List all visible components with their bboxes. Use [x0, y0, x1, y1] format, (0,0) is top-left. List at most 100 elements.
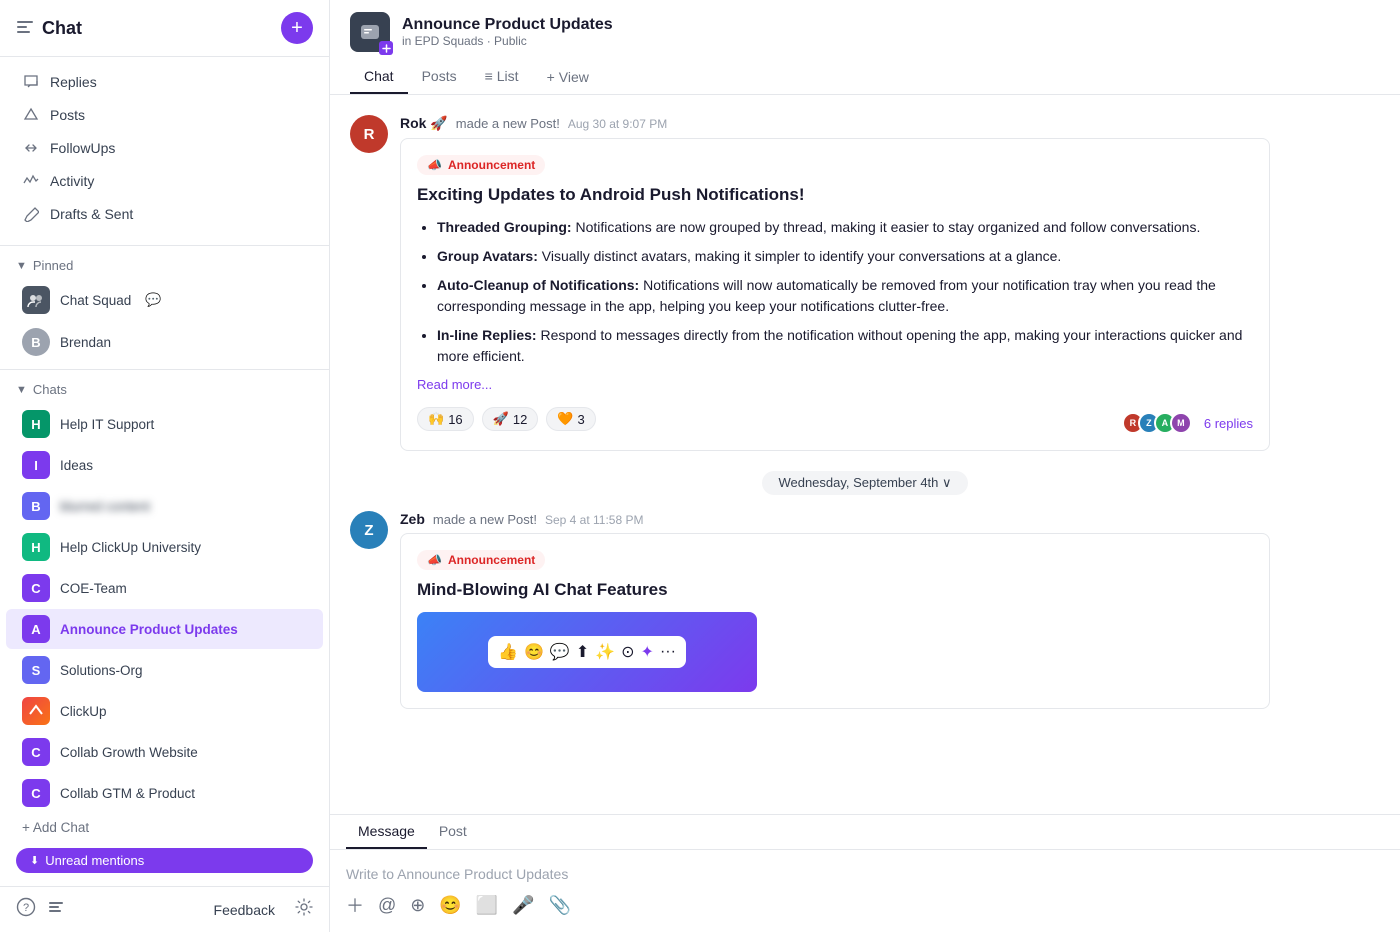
tool-like-icon[interactable]: 👍: [498, 642, 518, 662]
tool-comment-icon[interactable]: 💬: [550, 642, 570, 662]
solutions-org-name: Solutions-Org: [60, 663, 143, 678]
sidebar-item-activity-label: Activity: [50, 173, 94, 189]
input-video-icon[interactable]: ⬜: [476, 895, 498, 916]
date-divider: Wednesday, September 4th ∨: [350, 471, 1380, 495]
replies-icon: [22, 73, 40, 91]
list-item: Group Avatars: Visually distinct avatars…: [437, 246, 1253, 267]
message-timestamp-1: Aug 30 at 9:07 PM: [568, 117, 667, 131]
sidebar-item-drafts[interactable]: Drafts & Sent: [6, 198, 323, 230]
sidebar-item-help-it[interactable]: H Help IT Support: [6, 404, 323, 444]
input-box: Write to Announce Product Updates ＋ @ ⊕ …: [330, 850, 1400, 932]
input-mention-icon[interactable]: @: [378, 895, 396, 916]
sidebar-item-solutions-org[interactable]: S Solutions-Org: [6, 650, 323, 690]
chat-squad-name: Chat Squad: [60, 293, 131, 308]
unread-down-arrow-icon: ⬇: [30, 854, 39, 867]
tool-sparkle-icon[interactable]: ✦: [641, 642, 654, 662]
sidebar-item-ideas[interactable]: I Ideas: [6, 445, 323, 485]
chats-section-header[interactable]: ▼ Chats: [0, 376, 329, 403]
sidebar-item-blurred[interactable]: B blurred content: [6, 486, 323, 526]
tab-posts[interactable]: Posts: [408, 60, 471, 94]
pinned-section-header[interactable]: ▼ Pinned: [0, 252, 329, 279]
sidebar-item-followups[interactable]: FollowUps: [6, 132, 323, 164]
tool-dot-icon[interactable]: ⊙: [621, 642, 634, 662]
tab-chat[interactable]: Chat: [350, 60, 408, 94]
sidebar-title: Chat: [42, 18, 82, 39]
post-image: 👍 😊 💬 ⬆ ✨ ⊙ ✦ ···: [417, 612, 757, 692]
add-chat-row[interactable]: + Add Chat: [6, 814, 323, 841]
tool-magic-icon[interactable]: ✨: [595, 642, 615, 662]
followups-icon: [22, 139, 40, 157]
post-title-2: Mind-Blowing AI Chat Features: [417, 580, 1253, 600]
input-tab-post[interactable]: Post: [427, 815, 479, 849]
clickup-name: ClickUp: [60, 704, 107, 719]
coe-team-name: COE-Team: [60, 581, 127, 596]
main-header-top: Announce Product Updates in EPD Squads ·…: [350, 12, 1380, 52]
sidebar-toggle-icon[interactable]: [16, 18, 34, 39]
sidebar-item-clickup[interactable]: ClickUp: [6, 691, 323, 731]
sidebar-item-help-clickup[interactable]: H Help ClickUp University: [6, 527, 323, 567]
brendan-name: Brendan: [60, 335, 111, 350]
post-title-1: Exciting Updates to Android Push Notific…: [417, 185, 1253, 205]
collab-growth-avatar: C: [22, 738, 50, 766]
message-input-area: Message Post Write to Announce Product U…: [330, 814, 1400, 932]
sidebar-item-posts-label: Posts: [50, 107, 85, 123]
reaction-2-emoji: 🚀: [493, 411, 509, 427]
reaction-3[interactable]: 🧡 3: [546, 407, 595, 431]
reactions-row-1: 🙌 16 🚀 12 🧡 3: [417, 407, 596, 431]
input-attachment-icon[interactable]: ⊕: [410, 895, 425, 916]
announcement-icon-2: 📣: [427, 553, 442, 567]
tab-list[interactable]: ≡List: [471, 60, 533, 94]
feedback-label[interactable]: Feedback: [214, 902, 275, 918]
sidebar-item-chat-squad[interactable]: Chat Squad 💬: [6, 280, 323, 320]
input-mic-icon[interactable]: 🎤: [512, 895, 534, 916]
ideas-name: Ideas: [60, 458, 93, 473]
input-emoji-icon[interactable]: 😊: [439, 895, 461, 916]
announcement-badge-2: 📣 Announcement: [417, 550, 545, 570]
input-plus-icon[interactable]: ＋: [346, 892, 364, 918]
input-clip-icon[interactable]: 📎: [549, 895, 571, 916]
tool-more-icon[interactable]: ···: [660, 643, 676, 661]
posts-icon: [22, 106, 40, 124]
date-label: Wednesday, September 4th ∨: [778, 475, 951, 491]
help-icon[interactable]: ?: [16, 897, 36, 922]
main-tabs: Chat Posts ≡List + View: [350, 60, 1380, 94]
new-chat-button[interactable]: +: [281, 12, 313, 44]
input-toolbar: ＋ @ ⊕ 😊 ⬜ 🎤 📎: [346, 888, 1384, 922]
message-author-1: Rok 🚀: [400, 115, 448, 132]
post-footer-1: 🙌 16 🚀 12 🧡 3: [417, 404, 1253, 434]
messages-area: R Rok 🚀 made a new Post! Aug 30 at 9:07 …: [330, 95, 1400, 814]
chats-chevron: ▼: [16, 384, 27, 396]
sidebar-item-collab-gtm[interactable]: C Collab GTM & Product: [6, 773, 323, 813]
sidebar-item-replies[interactable]: Replies: [6, 66, 323, 98]
sidebar-item-collab-growth[interactable]: C Collab Growth Website: [6, 732, 323, 772]
announcement-label-2: Announcement: [448, 553, 535, 567]
tab-add-view[interactable]: + View: [533, 60, 603, 94]
tool-share-icon[interactable]: ⬆: [576, 642, 589, 662]
post-image-toolbar: 👍 😊 💬 ⬆ ✨ ⊙ ✦ ···: [488, 636, 686, 668]
sidebar-item-posts[interactable]: Posts: [6, 99, 323, 131]
divider-2: [0, 369, 329, 370]
channel-name: Announce Product Updates: [402, 16, 613, 34]
rok-avatar: R: [350, 115, 388, 153]
blurred-avatar: B: [22, 492, 50, 520]
settings-icon[interactable]: [295, 898, 313, 921]
reply-count-1[interactable]: 6 replies: [1204, 416, 1253, 431]
message-input-placeholder[interactable]: Write to Announce Product Updates: [346, 860, 1384, 888]
sidebar-item-brendan[interactable]: B Brendan: [6, 322, 323, 362]
reaction-2[interactable]: 🚀 12: [482, 407, 539, 431]
collab-gtm-avatar: C: [22, 779, 50, 807]
list-icon[interactable]: [46, 897, 66, 922]
help-clickup-avatar: H: [22, 533, 50, 561]
date-pill[interactable]: Wednesday, September 4th ∨: [762, 471, 967, 495]
reaction-1[interactable]: 🙌 16: [417, 407, 474, 431]
sidebar-item-activity[interactable]: Activity: [6, 165, 323, 197]
reply-avatar-4: M: [1170, 412, 1192, 434]
svg-text:?: ?: [23, 902, 29, 914]
read-more-link-1[interactable]: Read more...: [417, 377, 1253, 392]
sidebar-item-announce[interactable]: A Announce Product Updates: [6, 609, 323, 649]
unread-mentions-button[interactable]: ⬇ Unread mentions: [16, 848, 313, 873]
tool-emoji-icon[interactable]: 😊: [524, 642, 544, 662]
channel-badge: [379, 41, 393, 55]
sidebar-item-coe-team[interactable]: C COE-Team: [6, 568, 323, 608]
input-tab-message[interactable]: Message: [346, 815, 427, 849]
